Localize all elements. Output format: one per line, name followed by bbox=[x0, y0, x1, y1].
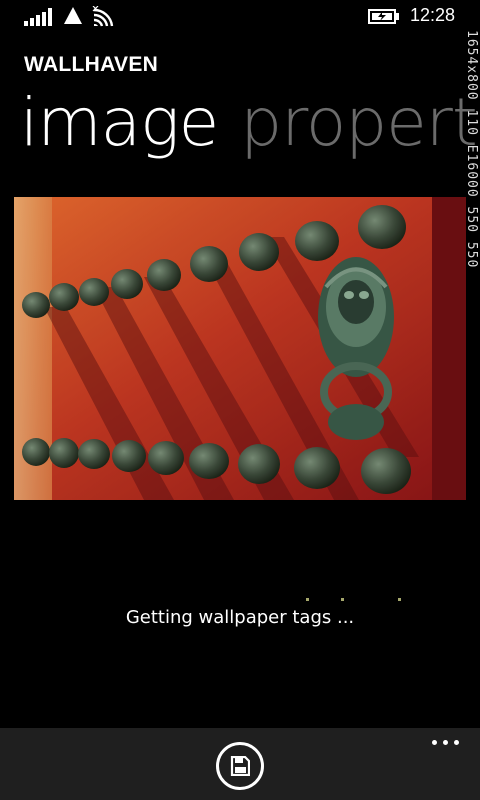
more-icon bbox=[432, 740, 437, 745]
battery-charging-icon bbox=[368, 9, 399, 24]
signal-icon bbox=[24, 8, 54, 26]
pivot-item-image[interactable]: image bbox=[20, 84, 219, 161]
wifi-icon bbox=[92, 6, 114, 27]
app-title: WALLHAVEN bbox=[24, 53, 159, 76]
pivot-item-properties[interactable]: propert bbox=[240, 84, 477, 161]
save-icon bbox=[230, 756, 250, 776]
pivot-header: image propert bbox=[20, 90, 478, 156]
status-bar: 12:28 bbox=[0, 0, 480, 32]
loading-status-text: Getting wallpaper tags ... bbox=[125, 607, 355, 628]
triangle-icon bbox=[64, 7, 82, 24]
side-metadata-text: 1654x800 110 E16000 550 550 bbox=[466, 30, 479, 269]
wallpaper-image[interactable] bbox=[14, 197, 466, 500]
wallpaper-image-graphic bbox=[14, 197, 466, 500]
app-bar bbox=[0, 728, 480, 800]
save-button[interactable] bbox=[216, 742, 264, 790]
clock: 12:28 bbox=[410, 5, 456, 25]
more-options-button[interactable] bbox=[428, 734, 464, 750]
side-metadata: 1654x800 110 E16000 550 550 bbox=[466, 30, 480, 390]
progress-indicator bbox=[0, 598, 480, 602]
